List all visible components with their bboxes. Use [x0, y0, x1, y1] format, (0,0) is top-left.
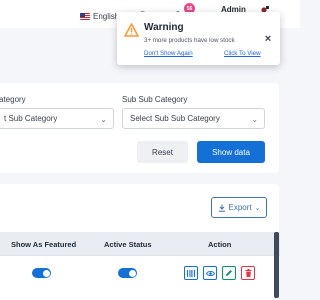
flag-us-icon [80, 12, 90, 20]
barcode-button[interactable] [184, 266, 198, 280]
download-icon [218, 204, 225, 212]
warning-triangle-icon [124, 23, 139, 37]
pencil-icon [226, 270, 232, 276]
export-button[interactable]: Export ⌄ [211, 197, 267, 218]
featured-toggle[interactable] [32, 268, 51, 278]
warning-message: 3+ more products have low stock [144, 37, 235, 44]
column-action: Action [208, 240, 232, 249]
close-icon[interactable]: × [263, 34, 273, 45]
active-status-toggle[interactable] [118, 268, 137, 278]
chevron-down-icon: ⌄ [251, 115, 258, 124]
chevron-down-icon: ⌄ [100, 115, 107, 124]
sub-sub-category-value: Select Sub Sub Category [130, 114, 220, 123]
view-button[interactable] [203, 266, 217, 280]
sub-category-select[interactable]: t Sub Category ⌄ [0, 108, 114, 129]
sub-category-label: ategory [0, 95, 26, 104]
barcode-icon [187, 269, 195, 277]
reset-button[interactable]: Reset [137, 141, 188, 163]
low-stock-warning: Warning 3+ more products have low stock … [117, 12, 280, 65]
click-to-view-link[interactable]: Click To View [224, 50, 261, 57]
eye-icon [205, 270, 215, 276]
toggle-knob [42, 269, 50, 277]
sub-sub-category-label: Sub Sub Category [122, 95, 188, 104]
show-data-button[interactable]: Show data [197, 141, 265, 163]
column-active-status: Active Status [104, 240, 152, 249]
sub-category-value: t Sub Category [4, 114, 58, 123]
toggle-knob [128, 269, 136, 277]
table-scrollbar[interactable] [274, 232, 279, 298]
warning-title: Warning [144, 22, 184, 33]
dont-show-again-link[interactable]: Don't Show Again [144, 50, 193, 57]
chevron-down-icon: ⌄ [254, 204, 261, 212]
trash-icon [245, 269, 251, 277]
language-label: English [93, 11, 120, 21]
export-label: Export [228, 203, 252, 212]
delete-button[interactable] [241, 266, 255, 280]
column-show-as-featured: Show As Featured [11, 240, 77, 249]
sub-sub-category-select[interactable]: Select Sub Sub Category ⌄ [122, 108, 265, 129]
edit-button[interactable] [222, 266, 236, 280]
